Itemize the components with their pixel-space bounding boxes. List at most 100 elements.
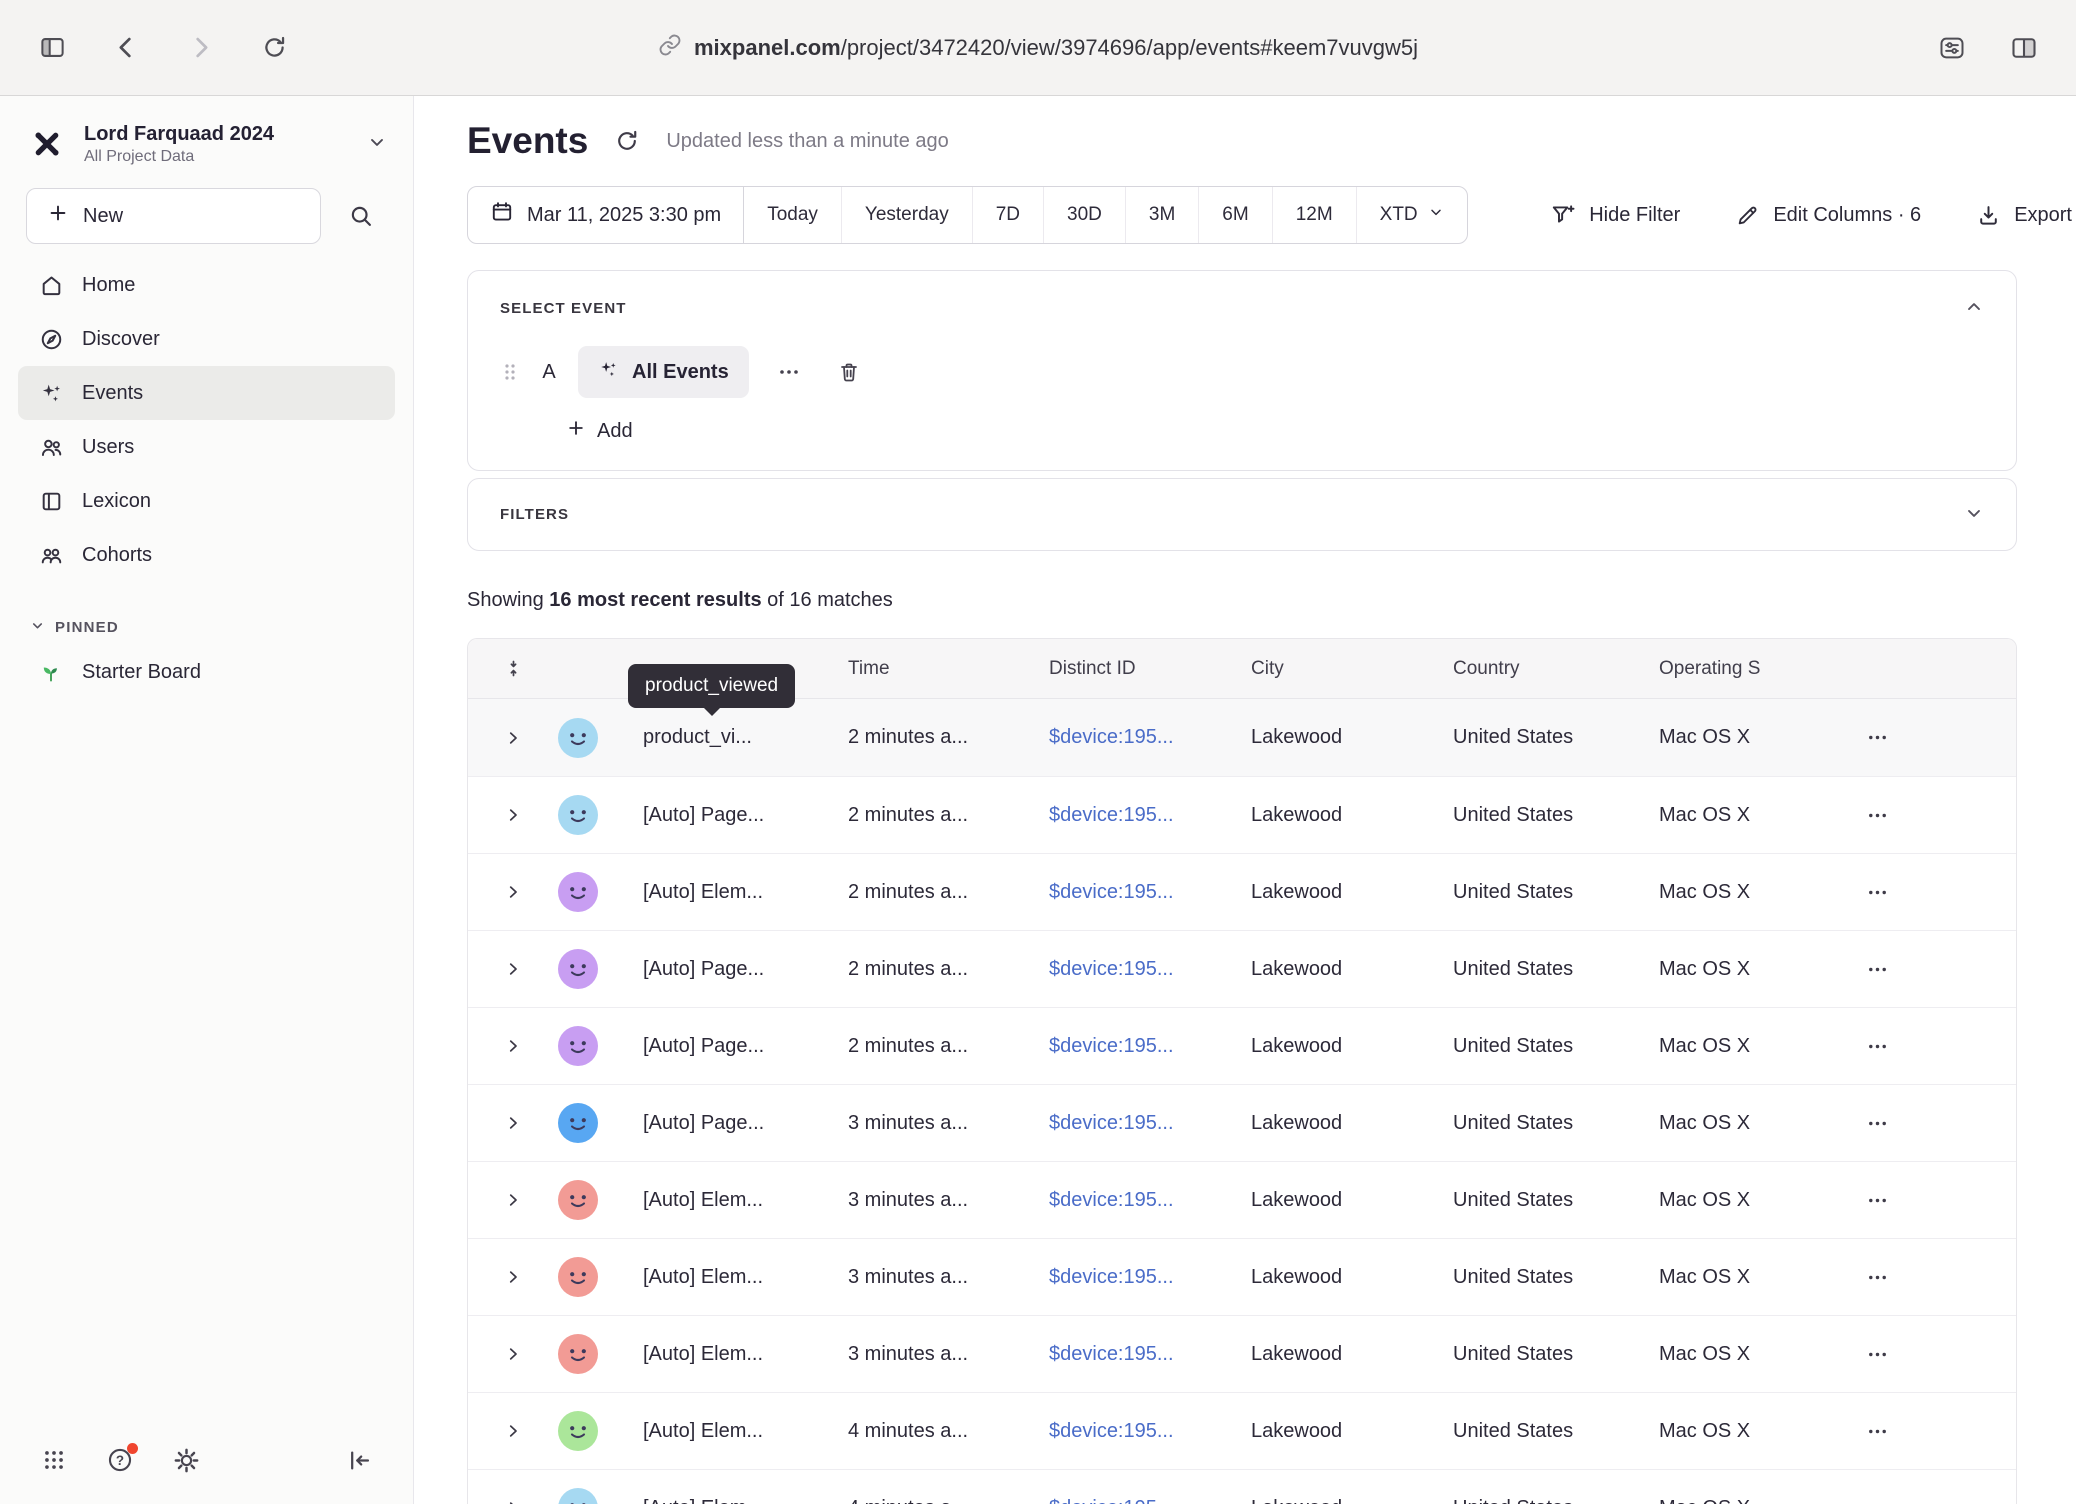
apps-grid-icon[interactable] [36, 1442, 72, 1478]
row-menu-icon[interactable] [1866, 1189, 1889, 1212]
table-row[interactable]: [Auto] Page... 2 minutes a... $device:19… [468, 1007, 2016, 1084]
table-row[interactable]: [Auto] Elem... 3 minutes a... $device:19… [468, 1315, 2016, 1392]
distinct-id-link[interactable]: $device:195... [1049, 958, 1174, 981]
row-menu-icon[interactable] [1866, 804, 1889, 827]
event-options-icon[interactable] [769, 352, 809, 392]
sidebar-item-users[interactable]: Users [18, 420, 395, 474]
split-view-icon[interactable] [2002, 26, 2046, 70]
range-3m[interactable]: 3M [1126, 187, 1199, 243]
distinct-id-link[interactable]: $device:195... [1049, 1035, 1174, 1058]
table-row[interactable]: [Auto] Page... 2 minutes a... $device:19… [468, 930, 2016, 1007]
collapse-sidebar-icon[interactable] [341, 1442, 377, 1478]
pinned-section-header[interactable]: PINNED [0, 618, 413, 637]
row-expand-chevron-icon[interactable] [504, 883, 522, 901]
row-expand-chevron-icon[interactable] [504, 1345, 522, 1363]
row-expand-chevron-icon[interactable] [504, 1268, 522, 1286]
refresh-icon[interactable] [610, 124, 644, 158]
range-12m[interactable]: 12M [1273, 187, 1357, 243]
row-menu-icon[interactable] [1866, 881, 1889, 904]
collapse-all-icon[interactable] [503, 658, 524, 679]
col-header-distinct-id[interactable]: Distinct ID [1049, 658, 1251, 680]
page-settings-icon[interactable] [1930, 26, 1974, 70]
sidebar-item-discover[interactable]: Discover [18, 312, 395, 366]
export-button[interactable]: Export [1975, 202, 2072, 228]
event-city: Lakewood [1251, 1420, 1453, 1443]
sidebar-item-home[interactable]: Home [18, 258, 395, 312]
distinct-id-link[interactable]: $device:195... [1049, 1497, 1174, 1504]
url-path: /project/3472420/view/3974696/app/events… [841, 35, 1418, 60]
table-row[interactable]: [Auto] Page... 3 minutes a... $device:19… [468, 1084, 2016, 1161]
sidebar-item-events[interactable]: Events [18, 366, 395, 420]
new-button[interactable]: New [26, 188, 321, 244]
distinct-id-link[interactable]: $device:195... [1049, 1420, 1174, 1443]
col-header-country[interactable]: Country [1453, 658, 1659, 680]
event-os: Mac OS X [1659, 1189, 1832, 1212]
add-event-button[interactable]: Add [566, 418, 633, 444]
drag-handle-icon[interactable] [500, 361, 520, 383]
col-header-city[interactable]: City [1251, 658, 1453, 680]
chevron-up-icon[interactable] [1964, 297, 1984, 320]
browser-back-icon[interactable] [104, 26, 148, 70]
event-time: 3 minutes a... [848, 1343, 1049, 1366]
address-bar[interactable]: mixpanel.com/project/3472420/view/397469… [658, 33, 1418, 63]
distinct-id-link[interactable]: $device:195... [1049, 1189, 1174, 1212]
sidebar-search-icon[interactable] [335, 190, 387, 242]
row-menu-icon[interactable] [1866, 1343, 1889, 1366]
row-expand-chevron-icon[interactable] [504, 960, 522, 978]
browser-sidebar-toggle-icon[interactable] [30, 26, 74, 70]
chevron-down-icon[interactable] [1964, 503, 1984, 526]
help-icon[interactable]: ? [102, 1442, 138, 1478]
range-today[interactable]: Today [744, 187, 842, 243]
row-menu-icon[interactable] [1866, 1266, 1889, 1289]
row-menu-icon[interactable] [1866, 1420, 1889, 1443]
distinct-id-link[interactable]: $device:195... [1049, 726, 1174, 749]
table-row[interactable]: product_vi... 2 minutes a... $device:195… [468, 699, 2016, 776]
distinct-id-link[interactable]: $device:195... [1049, 804, 1174, 827]
project-subtitle: All Project Data [84, 148, 351, 166]
event-selector-button[interactable]: All Events [578, 346, 749, 398]
table-row[interactable]: [Auto] Elem... 4 minutes a... $device:19… [468, 1469, 2016, 1504]
distinct-id-link[interactable]: $device:195... [1049, 1112, 1174, 1135]
row-expand-chevron-icon[interactable] [504, 1191, 522, 1209]
row-expand-chevron-icon[interactable] [504, 806, 522, 824]
hide-filter-button[interactable]: Hide Filter [1550, 202, 1680, 228]
range-30d[interactable]: 30D [1044, 187, 1126, 243]
sidebar-item-lexicon[interactable]: Lexicon [18, 474, 395, 528]
page-title: Events [467, 120, 588, 162]
table-row[interactable]: [Auto] Elem... 4 minutes a... $device:19… [468, 1392, 2016, 1469]
table-row[interactable]: [Auto] Elem... 2 minutes a... $device:19… [468, 853, 2016, 930]
col-header-time[interactable]: Time [848, 658, 1049, 680]
settings-gear-icon[interactable] [168, 1442, 204, 1478]
table-row[interactable]: [Auto] Elem... 3 minutes a... $device:19… [468, 1238, 2016, 1315]
browser-reload-icon[interactable] [252, 26, 296, 70]
trash-icon[interactable] [829, 352, 869, 392]
sidebar-item-cohorts[interactable]: Cohorts [18, 528, 395, 582]
event-country: United States [1453, 1112, 1659, 1135]
row-expand-chevron-icon[interactable] [504, 1422, 522, 1440]
row-expand-chevron-icon[interactable] [504, 729, 522, 747]
row-menu-icon[interactable] [1866, 1035, 1889, 1058]
project-switcher[interactable]: Lord Farquaad 2024 All Project Data [0, 96, 413, 172]
row-expand-chevron-icon[interactable] [504, 1114, 522, 1132]
range-yesterday[interactable]: Yesterday [842, 187, 973, 243]
range-6m[interactable]: 6M [1199, 187, 1272, 243]
row-menu-icon[interactable] [1866, 726, 1889, 749]
row-menu-icon[interactable] [1866, 958, 1889, 981]
table-row[interactable]: [Auto] Page... 2 minutes a... $device:19… [468, 776, 2016, 853]
col-header-os[interactable]: Operating S [1659, 658, 1832, 680]
table-row[interactable]: [Auto] Elem... 3 minutes a... $device:19… [468, 1161, 2016, 1238]
distinct-id-link[interactable]: $device:195... [1049, 1343, 1174, 1366]
browser-forward-icon[interactable] [178, 26, 222, 70]
edit-columns-button[interactable]: Edit Columns · 6 [1734, 202, 1921, 228]
date-picker-button[interactable]: Mar 11, 2025 3:30 pm [468, 187, 744, 243]
range-xtd[interactable]: XTD [1357, 187, 1467, 243]
distinct-id-link[interactable]: $device:195... [1049, 881, 1174, 904]
sparkle-icon [598, 359, 619, 386]
range-7d[interactable]: 7D [973, 187, 1044, 243]
row-menu-icon[interactable] [1866, 1112, 1889, 1135]
row-expand-chevron-icon[interactable] [504, 1499, 522, 1504]
row-menu-icon[interactable] [1866, 1497, 1889, 1504]
row-expand-chevron-icon[interactable] [504, 1037, 522, 1055]
sidebar-item-starter-board[interactable]: Starter Board [18, 645, 395, 699]
distinct-id-link[interactable]: $device:195... [1049, 1266, 1174, 1289]
